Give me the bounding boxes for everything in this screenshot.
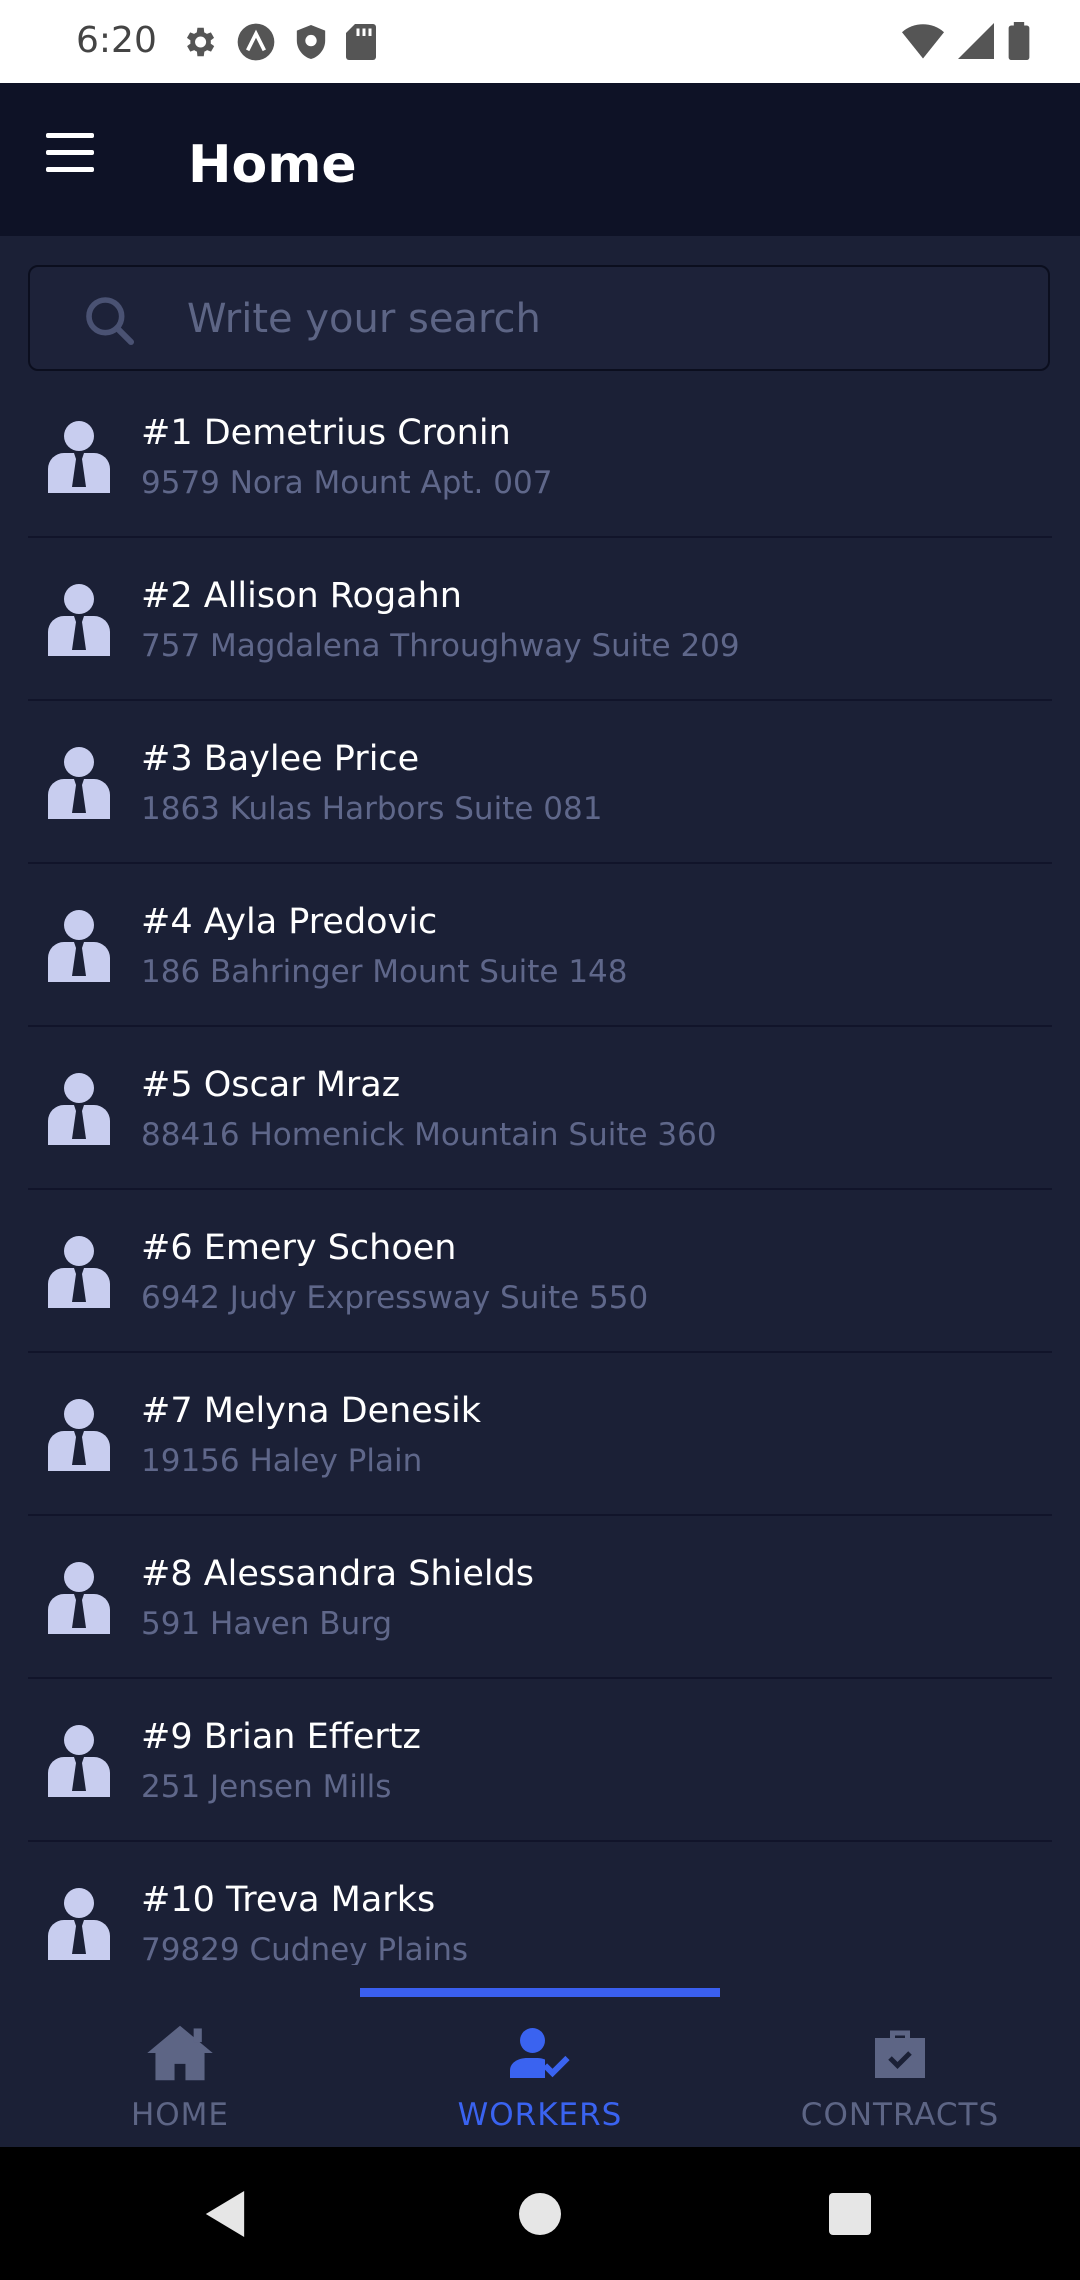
list-item[interactable]: #3 Baylee Price 1863 Kulas Harbors Suite…: [28, 701, 1052, 864]
list-item[interactable]: #6 Emery Schoen 6942 Judy Expressway Sui…: [28, 1190, 1052, 1353]
home-circle-icon[interactable]: [519, 2193, 561, 2235]
list-item[interactable]: #2 Allison Rogahn 757 Magdalena Throughw…: [28, 538, 1052, 701]
home-icon: [147, 2025, 213, 2081]
wifi-icon: [902, 24, 944, 59]
worker-address: 757 Magdalena Throughway Suite 209: [141, 628, 740, 664]
worker-address: 591 Haven Burg: [141, 1606, 393, 1642]
tab-workers[interactable]: WORKERS: [360, 2005, 720, 2145]
worker-name: #5 Oscar Mraz: [141, 1065, 401, 1105]
tab-workers-label: WORKERS: [457, 2097, 623, 2133]
worker-address: 9579 Nora Mount Apt. 007: [141, 465, 553, 501]
worker-name: #4 Ayla Predovic: [141, 902, 438, 942]
worker-icon: [48, 1399, 110, 1471]
worker-address: 251 Jensen Mills: [141, 1769, 392, 1805]
worker-list: #1 Demetrius Cronin 9579 Nora Mount Apt.…: [28, 375, 1052, 1965]
worker-address: 79829 Cudney Plains: [141, 1932, 469, 1965]
worker-name: #2 Allison Rogahn: [141, 576, 462, 616]
list-item[interactable]: #10 Treva Marks 79829 Cudney Plains: [28, 1842, 1052, 1965]
page-title: Home: [188, 135, 357, 195]
list-item[interactable]: #9 Brian Effertz 251 Jensen Mills: [28, 1679, 1052, 1842]
list-item[interactable]: #7 Melyna Denesik 19156 Haley Plain: [28, 1353, 1052, 1516]
list-item[interactable]: #8 Alessandra Shields 591 Haven Burg: [28, 1516, 1052, 1679]
worker-address: 88416 Homenick Mountain Suite 360: [141, 1117, 717, 1153]
shield-icon: [296, 25, 326, 59]
menu-button[interactable]: [40, 133, 102, 187]
status-icons-left: [180, 22, 376, 62]
worker-icon: [48, 747, 110, 819]
worker-icon: [48, 1888, 110, 1960]
tab-home[interactable]: HOME: [0, 2005, 360, 2145]
gear-icon: [186, 27, 215, 57]
tab-contracts-label: CONTRACTS: [800, 2097, 1000, 2133]
worker-icon: [48, 1073, 110, 1145]
briefcase-check-icon: [875, 2030, 925, 2078]
worker-icon: [48, 910, 110, 982]
bottom-nav: HOME WORKERS CONTRACTS: [0, 1965, 1080, 2147]
search-icon: [86, 297, 135, 346]
worker-address: 19156 Haley Plain: [141, 1443, 423, 1479]
status-bar: 6:20: [0, 0, 1080, 83]
worker-name: #6 Emery Schoen: [141, 1228, 457, 1268]
worker-address: 1863 Kulas Harbors Suite 081: [141, 791, 603, 827]
active-tab-indicator: [360, 1988, 720, 1997]
worker-icon: [48, 421, 110, 493]
worker-name: #3 Baylee Price: [141, 739, 420, 779]
back-icon[interactable]: [205, 2191, 245, 2237]
worker-address: 186 Bahringer Mount Suite 148: [141, 954, 628, 990]
hamburger-menu-icon: [46, 133, 94, 138]
worker-icon: [48, 1236, 110, 1308]
search-box[interactable]: [28, 265, 1050, 371]
signal-icon: [958, 23, 994, 59]
user-check-icon: [510, 2028, 570, 2078]
worker-name: #8 Alessandra Shields: [141, 1554, 535, 1594]
worker-icon: [48, 584, 110, 656]
list-item[interactable]: #5 Oscar Mraz 88416 Homenick Mountain Su…: [28, 1027, 1052, 1190]
tab-contracts[interactable]: CONTRACTS: [720, 2005, 1080, 2145]
status-icons-right: [902, 22, 1030, 60]
search-input[interactable]: [185, 287, 1029, 351]
app-bar: Home: [0, 83, 1080, 236]
worker-name: #10 Treva Marks: [141, 1880, 436, 1920]
list-item[interactable]: #4 Ayla Predovic 186 Bahringer Mount Sui…: [28, 864, 1052, 1027]
tab-home-label: HOME: [130, 2097, 230, 2133]
worker-name: #1 Demetrius Cronin: [141, 413, 511, 453]
status-time: 6:20: [76, 20, 157, 61]
system-nav-bar: [0, 2147, 1080, 2280]
list-item[interactable]: #1 Demetrius Cronin 9579 Nora Mount Apt.…: [28, 375, 1052, 538]
worker-name: #9 Brian Effertz: [141, 1717, 421, 1757]
recents-icon[interactable]: [829, 2193, 871, 2235]
sd-card-icon: [346, 24, 376, 60]
worker-icon: [48, 1725, 110, 1797]
worker-address: 6942 Judy Expressway Suite 550: [141, 1280, 649, 1316]
a-icon: [237, 23, 275, 61]
battery-icon: [1008, 22, 1030, 60]
worker-name: #7 Melyna Denesik: [141, 1391, 482, 1431]
worker-icon: [48, 1562, 110, 1634]
